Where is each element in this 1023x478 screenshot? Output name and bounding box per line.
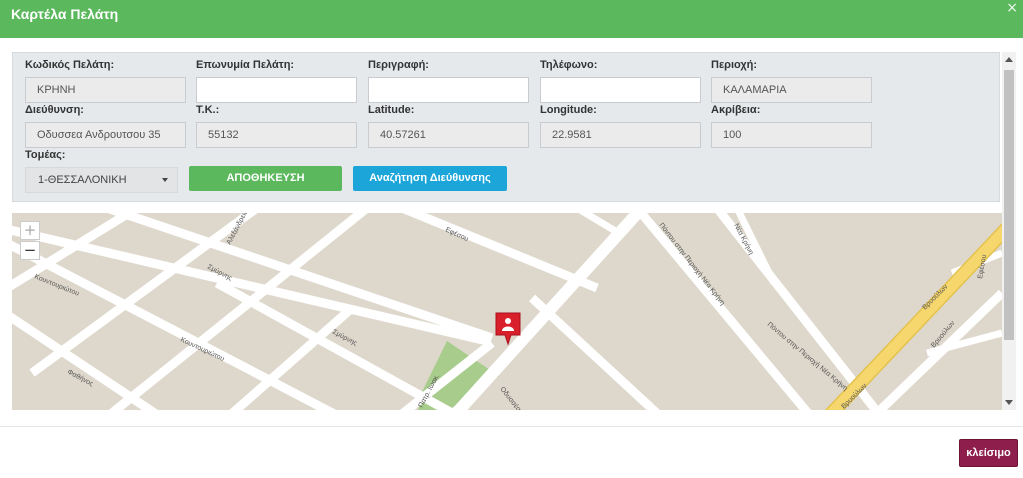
dialog-footer: κλείσιμο <box>0 426 1023 478</box>
area-label: Περιοχή: <box>711 59 758 71</box>
zoom-in-button[interactable]: + <box>20 221 40 240</box>
address-label: Διεύθυνση: <box>25 104 84 116</box>
customer-code-field[interactable]: ΚΡΗΝΗ <box>25 77 186 103</box>
longitude-label: Longitude: <box>540 104 597 116</box>
dialog-header: Καρτέλα Πελάτη × <box>0 0 1023 38</box>
save-button[interactable]: ΑΠΟΘΗΚΕΥΣΗ <box>189 166 342 191</box>
postal-code-field[interactable]: 55132 <box>196 122 357 148</box>
street-labels: Κουντουριώτου Κουντουριώτου Σμύρνης Σμύρ… <box>33 213 988 410</box>
customer-name-label: Επωνυμία Πελάτη: <box>196 59 295 71</box>
street-label: Οδυσσέα Ανδρ. <box>498 385 534 410</box>
caret-down-icon <box>162 178 168 182</box>
latitude-field[interactable]: 40.57261 <box>368 122 529 148</box>
description-field[interactable] <box>368 77 529 103</box>
sector-select[interactable]: 1-ΘΕΣΣΑΛΟΝΙΚΗ <box>25 167 178 193</box>
postal-code-label: Τ.Κ.: <box>196 104 220 116</box>
accuracy-label: Ακρίβεια: <box>711 104 761 116</box>
close-button[interactable]: κλείσιμο <box>959 439 1018 467</box>
map-view[interactable]: Κουντουριώτου Κουντουριώτου Σμύρνης Σμύρ… <box>12 213 1002 410</box>
customer-name-field[interactable] <box>196 77 357 103</box>
longitude-field[interactable]: 22.9581 <box>540 122 701 148</box>
accuracy-field[interactable]: 100 <box>711 122 872 148</box>
close-icon[interactable]: × <box>1006 0 1018 16</box>
search-address-button[interactable]: Αναζήτηση Διεύθυνσης <box>353 166 507 191</box>
phone-field[interactable] <box>540 77 701 103</box>
scrollbar-thumb[interactable] <box>1004 70 1014 340</box>
scroll-down-icon[interactable] <box>1005 400 1013 405</box>
area-field[interactable]: ΚΑΛΑΜΑΡΙΑ <box>711 77 872 103</box>
phone-label: Τηλέφωνο: <box>540 59 598 71</box>
vertical-scrollbar[interactable] <box>1002 52 1016 410</box>
customer-form-panel: Κωδικός Πελάτη: Επωνυμία Πελάτη: Περιγρα… <box>12 52 1000 202</box>
description-label: Περιγραφή: <box>368 59 429 71</box>
street-label: Πόντου στην Περιοχή Νέα Κρήνη <box>657 221 726 307</box>
customer-code-label: Κωδικός Πελάτη: <box>25 59 115 71</box>
map-canvas: Κουντουριώτου Κουντουριώτου Σμύρνης Σμύρ… <box>12 213 1002 410</box>
sector-select-value: 1-ΘΕΣΣΑΛΟΝΙΚΗ <box>38 174 127 186</box>
latitude-label: Latitude: <box>368 104 415 116</box>
address-field[interactable]: Οδυσσεα Ανδρουτσου 35 <box>25 122 186 148</box>
sector-label: Τομέας: <box>25 149 66 161</box>
dialog-title: Καρτέλα Πελάτη <box>11 6 119 22</box>
zoom-out-button[interactable]: − <box>20 241 40 260</box>
dialog-body: Κωδικός Πελάτη: Επωνυμία Πελάτη: Περιγρα… <box>0 38 1023 426</box>
scroll-up-icon[interactable] <box>1005 57 1013 62</box>
